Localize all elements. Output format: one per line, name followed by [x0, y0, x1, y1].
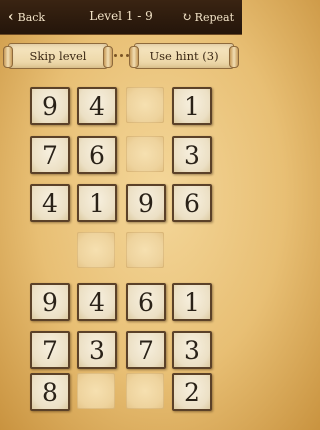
- repeat-label: Repeat: [194, 10, 234, 24]
- empty-tile-slot[interactable]: [126, 373, 164, 409]
- empty-tile-slot[interactable]: [126, 136, 164, 172]
- empty-tile-slot[interactable]: [77, 232, 115, 268]
- number-tile[interactable]: 2: [172, 373, 212, 411]
- empty-tile-slot[interactable]: [126, 232, 164, 268]
- number-tile[interactable]: 3: [172, 331, 212, 369]
- number-tile[interactable]: 3: [77, 331, 117, 369]
- number-tile[interactable]: 9: [126, 184, 166, 222]
- skip-level-label: Skip level: [29, 49, 87, 63]
- number-tile[interactable]: 4: [77, 283, 117, 321]
- use-hint-button[interactable]: Use hint (3): [129, 43, 239, 69]
- number-tile[interactable]: 6: [172, 184, 212, 222]
- refresh-icon: ↻: [181, 10, 192, 24]
- number-tile[interactable]: 7: [126, 331, 166, 369]
- skip-level-button[interactable]: Skip level: [3, 43, 113, 69]
- number-tile[interactable]: 8: [30, 373, 70, 411]
- number-tile[interactable]: 7: [30, 136, 70, 174]
- empty-tile-slot[interactable]: [77, 373, 115, 409]
- empty-tile-slot[interactable]: [126, 87, 164, 123]
- number-tile[interactable]: 7: [30, 331, 70, 369]
- number-tile[interactable]: 1: [77, 184, 117, 222]
- number-tile[interactable]: 9: [30, 87, 70, 125]
- number-tile[interactable]: 1: [172, 87, 212, 125]
- number-tile[interactable]: 6: [126, 283, 166, 321]
- top-bar: ‹ Back Level 1 - 9 ↻ Repeat: [0, 0, 242, 35]
- number-tile[interactable]: 1: [172, 283, 212, 321]
- puzzle-board: 94176341969461737382: [30, 87, 212, 421]
- number-tile[interactable]: 3: [172, 136, 212, 174]
- number-tile[interactable]: 4: [77, 87, 117, 125]
- repeat-button[interactable]: ↻ Repeat: [182, 8, 234, 26]
- number-tile[interactable]: 9: [30, 283, 70, 321]
- use-hint-label: Use hint (3): [149, 49, 219, 63]
- number-tile[interactable]: 4: [30, 184, 70, 222]
- number-tile[interactable]: 6: [77, 136, 117, 174]
